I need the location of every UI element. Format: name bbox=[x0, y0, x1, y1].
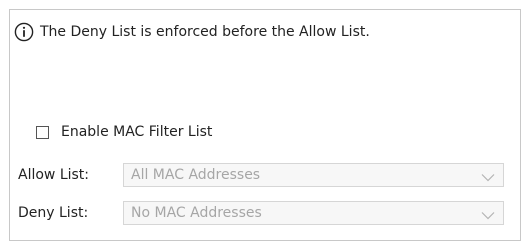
deny-list-select[interactable]: No MAC Addresses bbox=[123, 201, 504, 225]
info-notice: The Deny List is enforced before the All… bbox=[14, 22, 370, 42]
allow-list-row: Allow List: All MAC Addresses bbox=[18, 163, 504, 187]
chevron-down-icon bbox=[481, 209, 495, 219]
deny-list-value: No MAC Addresses bbox=[131, 205, 262, 221]
enable-mac-filter-row[interactable]: Enable MAC Filter List bbox=[36, 124, 212, 140]
chevron-down-icon bbox=[481, 171, 495, 181]
allow-list-label: Allow List: bbox=[18, 167, 90, 183]
allow-list-select[interactable]: All MAC Addresses bbox=[123, 163, 504, 187]
notice-text: The Deny List is enforced before the All… bbox=[40, 24, 370, 40]
enable-mac-filter-label[interactable]: Enable MAC Filter List bbox=[61, 124, 212, 140]
deny-list-row: Deny List: No MAC Addresses bbox=[18, 201, 504, 225]
enable-mac-filter-checkbox[interactable] bbox=[36, 125, 49, 139]
deny-list-label: Deny List: bbox=[18, 205, 89, 221]
info-icon bbox=[14, 22, 34, 42]
allow-list-value: All MAC Addresses bbox=[131, 167, 261, 183]
